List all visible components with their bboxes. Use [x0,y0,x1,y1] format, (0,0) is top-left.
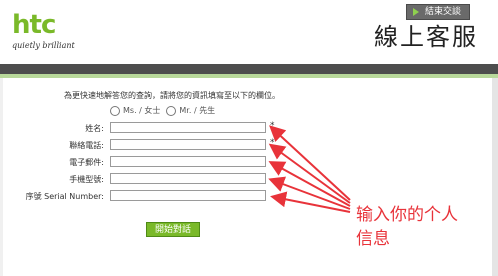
arrow-to-name [269,125,351,201]
chat-window: htc quietly brilliant 結束交談 線上客服 為更快速地解答您… [0,0,498,276]
annotation-line-2: 信息 [356,229,390,249]
annotation-arrows [268,125,351,213]
annotation-line-1: 输入你的个人 [356,205,458,225]
